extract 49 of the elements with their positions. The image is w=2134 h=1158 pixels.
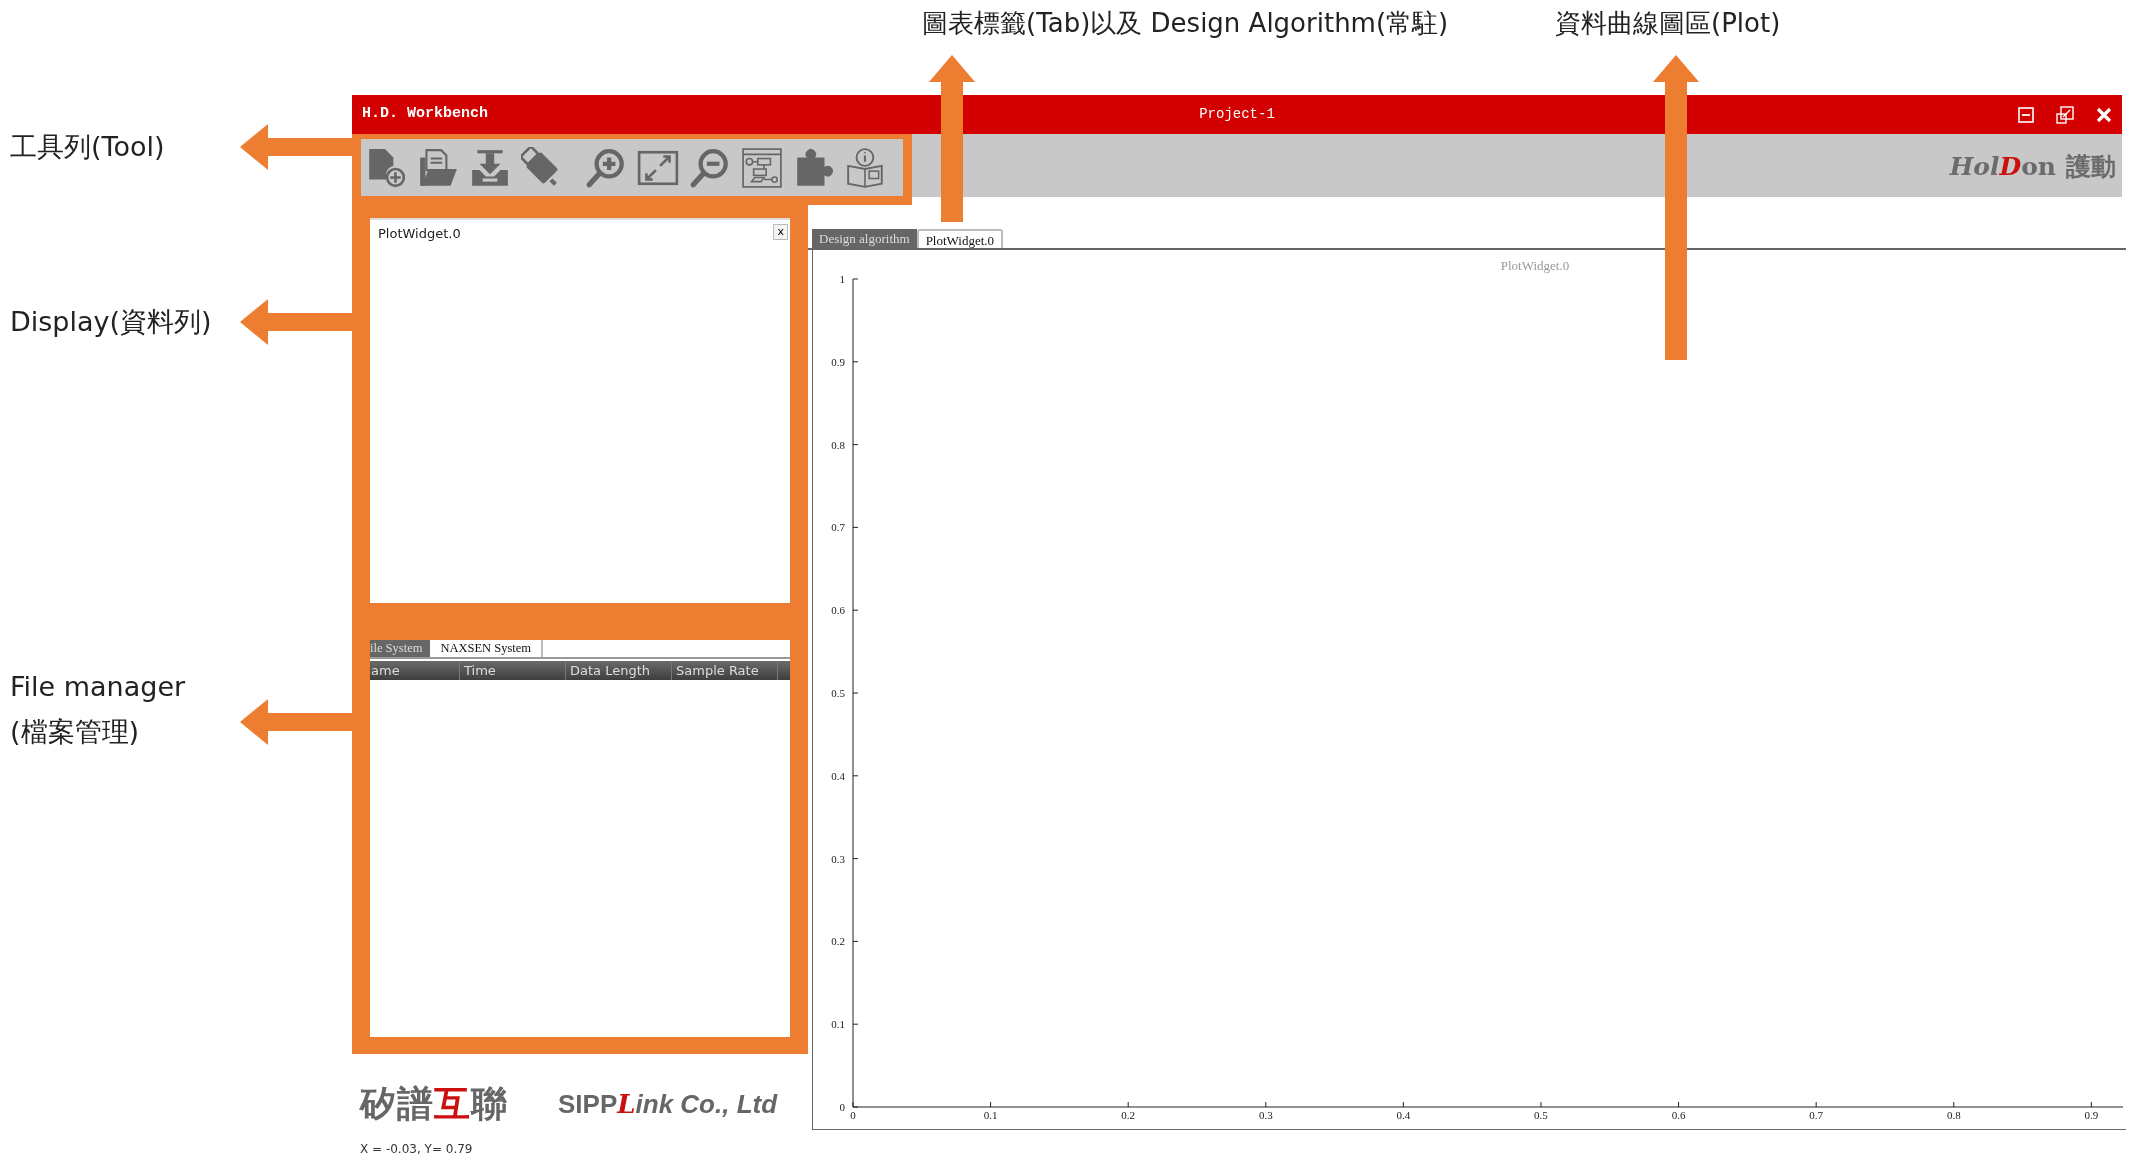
coordinates-readout: X = -0.03, Y= 0.79	[359, 1141, 474, 1158]
annotation-label: 圖表標籤(Tab)以及 Design Algorithm(常駐)	[922, 7, 1449, 40]
tick-label: 0.8	[831, 438, 845, 451]
tick-label: 0.8	[1946, 1109, 1961, 1121]
annotation-label: File manager (檔案管理)	[10, 670, 186, 749]
window-title: Project-1	[1199, 105, 1275, 124]
annotation-label: 資料曲線圖區(Plot)	[1555, 7, 1781, 40]
tick-label: 0.2	[1121, 1109, 1136, 1121]
flowchart-icon[interactable]	[741, 146, 783, 189]
column-header: Sample Rate	[672, 661, 778, 680]
tick-label: 0.9	[2084, 1109, 2099, 1121]
tick-label: 0.5	[1534, 1109, 1548, 1121]
close-button[interactable]: x	[773, 224, 788, 240]
tick-label: 0.3	[831, 852, 845, 865]
zoom-out-icon[interactable]	[689, 146, 731, 189]
folder-icon[interactable]	[417, 146, 459, 189]
tick-label: 0.3	[1258, 1109, 1273, 1121]
brand-logo: HolDon 護動	[1949, 151, 2116, 183]
tick-label: 0.9	[831, 355, 845, 368]
tab[interactable]: ile System	[370, 640, 431, 657]
tick-label: 0.5	[831, 687, 845, 699]
restore-button[interactable]	[2056, 105, 2074, 124]
close-button[interactable]	[2096, 106, 2112, 123]
tick-label: 1	[839, 273, 845, 285]
tick-label: 0.1	[831, 1018, 845, 1031]
annotation-label: Display(資料列)	[10, 305, 212, 339]
app-name: H.D. Workbench	[362, 104, 489, 125]
column-header: Time	[460, 661, 566, 680]
column-header: Data Length	[566, 661, 672, 680]
minimize-button[interactable]	[2018, 106, 2034, 123]
tick-label: 0.1	[983, 1109, 998, 1121]
panel-title: PlotWidget.0	[378, 225, 461, 243]
tick-label: 0.7	[1809, 1109, 1824, 1121]
tab[interactable]: Design algorithm	[812, 229, 917, 248]
tick-label: 0.6	[1671, 1109, 1686, 1121]
annotation-label: 工具列(Tool)	[10, 130, 165, 164]
tick-label: 0.6	[831, 604, 845, 617]
tab[interactable]: PlotWidget.0	[916, 229, 1004, 248]
tick-label: 0	[839, 1101, 845, 1113]
tick-label: 0.4	[1396, 1109, 1411, 1121]
company-logo: 矽譜互聯	[360, 1082, 508, 1126]
tick-label: 0.2	[831, 935, 845, 948]
chart-title: PlotWidget.0	[1500, 258, 1570, 273]
zoom-in-icon[interactable]	[585, 146, 627, 189]
tick-label: 0	[850, 1109, 856, 1121]
tick-label: 0.7	[831, 521, 845, 534]
column-header: ame	[370, 661, 460, 680]
tick-label: 0.4	[831, 769, 845, 782]
company-logo: SIPPLink Co., Ltd	[558, 1087, 778, 1121]
